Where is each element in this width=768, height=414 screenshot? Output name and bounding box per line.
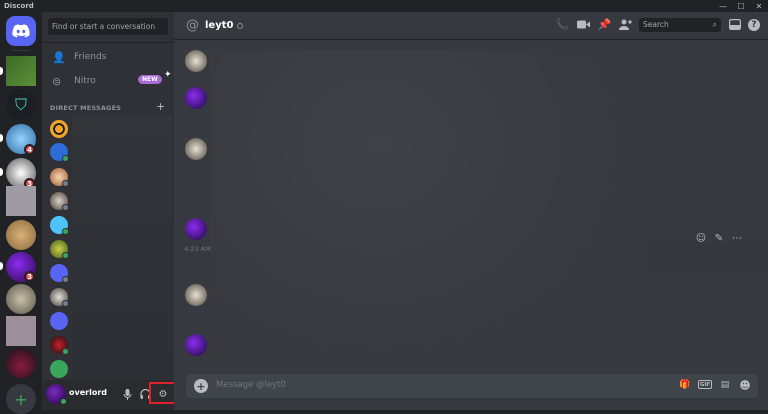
- help-icon[interactable]: ?: [748, 18, 760, 31]
- friends-label: Friends: [74, 52, 107, 62]
- pin-icon[interactable]: 📌: [597, 17, 612, 32]
- new-badge: NEW: [138, 75, 162, 84]
- message-avatar[interactable]: [185, 138, 207, 160]
- title-bar: Discord — ☐ ✕: [0, 0, 768, 12]
- gift-icon[interactable]: 🎁: [678, 378, 692, 392]
- home-button[interactable]: [6, 16, 36, 46]
- search-input[interactable]: Search ⌕: [639, 17, 721, 32]
- status-indicator: [62, 300, 69, 307]
- header-toolbar: 📞 📌 Search ⌕ ?: [555, 17, 760, 32]
- status-indicator: [62, 180, 69, 187]
- search-icon: ⌕: [712, 19, 717, 29]
- more-options-icon[interactable]: ⋯: [730, 231, 744, 245]
- mention-badge: 3: [24, 271, 35, 282]
- offline-status-icon: [237, 22, 244, 29]
- dm-avatar[interactable]: [50, 312, 68, 330]
- server-icon[interactable]: [6, 186, 36, 216]
- direct-messages-header: DIRECT MESSAGES: [50, 104, 122, 112]
- app-title: Discord: [4, 2, 34, 10]
- message-avatar[interactable]: [185, 87, 207, 109]
- shield-icon: ⛉: [14, 95, 27, 114]
- sparkle-icon: ✦: [164, 70, 172, 80]
- message-avatar[interactable]: [185, 218, 207, 240]
- server-icon[interactable]: [6, 220, 36, 250]
- server-icon[interactable]: ⛉: [6, 90, 36, 120]
- status-indicator: [62, 348, 69, 355]
- status-indicator: [62, 276, 69, 283]
- plus-icon: +: [14, 389, 28, 409]
- dm-avatar[interactable]: [50, 360, 68, 378]
- friends-icon: 👤: [52, 50, 66, 64]
- create-dm-button[interactable]: +: [156, 100, 165, 113]
- video-call-icon[interactable]: [576, 17, 591, 32]
- upload-plus-icon[interactable]: +: [194, 379, 208, 393]
- server-unread-pill: [0, 134, 3, 142]
- message-content-blurred: [210, 50, 628, 362]
- microphone-icon[interactable]: [120, 387, 134, 401]
- status-indicator: [60, 398, 67, 405]
- message-composer[interactable]: + Message @leyt0 🎁 GIF ▤ ☻: [186, 374, 758, 398]
- mention-badge: 4: [24, 144, 35, 155]
- dm-list-names: [72, 116, 172, 382]
- phone-call-icon[interactable]: 📞: [555, 17, 570, 32]
- status-indicator: [62, 204, 69, 211]
- dm-sidebar: Find or start a conversation 👤 Friends ⊜…: [42, 12, 174, 410]
- emoji-icon[interactable]: ☻: [738, 378, 752, 392]
- add-reaction-icon[interactable]: ☺: [694, 231, 708, 245]
- server-list: ⛉ 4 3 3 +: [0, 12, 42, 414]
- status-indicator: [62, 228, 69, 235]
- composer-toolbar: 🎁 GIF ▤ ☻: [678, 378, 752, 392]
- status-indicator: [62, 252, 69, 259]
- inbox-icon[interactable]: [727, 17, 742, 32]
- username: overlord: [69, 388, 107, 397]
- status-indicator: [62, 155, 69, 162]
- message-actions: ☺ ✎ ⋯: [694, 229, 754, 247]
- find-conversation-button[interactable]: Find or start a conversation: [48, 18, 168, 35]
- settings-highlight-box: [149, 382, 177, 404]
- server-icon[interactable]: [6, 316, 36, 346]
- close-button[interactable]: ✕: [750, 0, 768, 12]
- gif-icon[interactable]: GIF: [698, 380, 712, 389]
- edit-icon[interactable]: ✎: [712, 231, 726, 245]
- message-avatar[interactable]: [185, 50, 207, 72]
- nitro-icon: ⊜: [52, 74, 62, 88]
- message-avatar[interactable]: [185, 284, 207, 306]
- sticker-icon[interactable]: ▤: [718, 378, 732, 392]
- channel-name: leyt0: [205, 20, 234, 31]
- window-controls: — ☐ ✕: [714, 0, 768, 12]
- server-unread-pill: [0, 262, 3, 270]
- nitro-nav-item[interactable]: ⊜ Nitro NEW ✦: [48, 70, 172, 92]
- server-icon[interactable]: [6, 284, 36, 314]
- search-placeholder: Search: [643, 20, 669, 29]
- maximize-button[interactable]: ☐: [732, 0, 750, 12]
- add-member-icon[interactable]: [618, 17, 633, 32]
- message-timestamp: 4:23 AM: [184, 245, 211, 253]
- discord-logo-icon: [12, 24, 30, 38]
- channel-header: @ leyt0 📞 📌 Search ⌕ ?: [174, 12, 768, 40]
- server-icon[interactable]: [6, 56, 36, 86]
- chat-area: @ leyt0 📞 📌 Search ⌕ ? 4:23 AM ☺ ✎ ⋯ + M…: [174, 12, 768, 410]
- server-icon[interactable]: [6, 348, 36, 378]
- server-unread-pill: [0, 67, 3, 75]
- message-avatar[interactable]: [185, 334, 207, 356]
- divider: [42, 42, 174, 43]
- message-input-placeholder: Message @leyt0: [216, 380, 286, 390]
- friends-nav-item[interactable]: 👤 Friends: [48, 46, 168, 68]
- dm-avatar[interactable]: [50, 120, 68, 138]
- server-unread-pill: [0, 168, 3, 176]
- guild-separator: [12, 50, 30, 51]
- at-icon: @: [186, 18, 199, 33]
- minimize-button[interactable]: —: [714, 0, 732, 12]
- nitro-label: Nitro: [74, 76, 96, 86]
